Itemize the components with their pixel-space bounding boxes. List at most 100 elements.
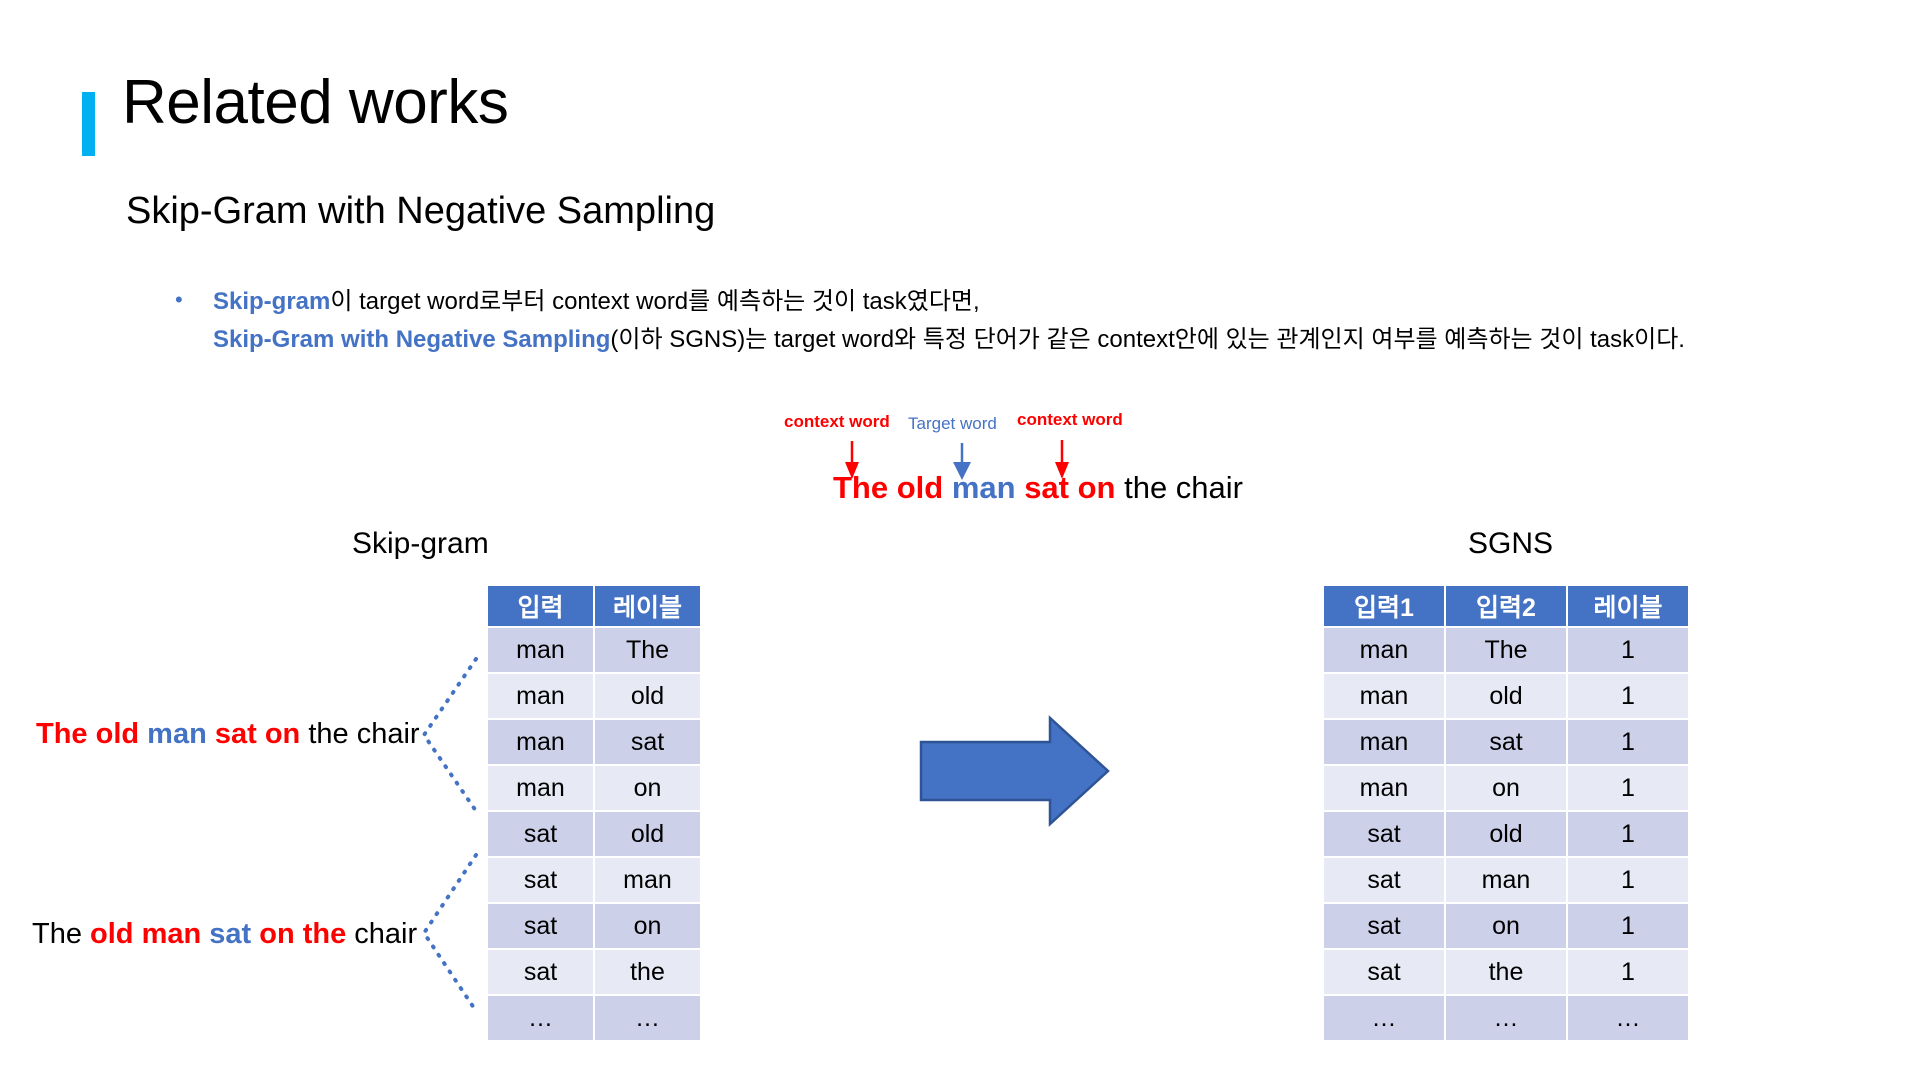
sgns-cell: man xyxy=(1324,674,1444,718)
skipgram-cell: man xyxy=(488,720,593,764)
table-row: man The xyxy=(488,628,700,672)
example-2-seg1: The xyxy=(32,918,91,950)
skipgram-cell: … xyxy=(595,996,700,1040)
sgns-cell: 1 xyxy=(1568,812,1688,856)
table-row: man old 1 xyxy=(1324,674,1688,718)
bullet-block: • Skip-gram이 target word로부터 context word… xyxy=(175,283,1685,359)
bullet-line-2-rest: (이하 SGNS)는 target word와 특정 단어가 같은 contex… xyxy=(610,326,1685,353)
example-1-seg3: sat on xyxy=(214,718,309,750)
example-1-seg2: man xyxy=(147,718,215,750)
table-row: sat old 1 xyxy=(1324,812,1688,856)
table-row: man sat 1 xyxy=(1324,720,1688,764)
transform-arrow-icon xyxy=(919,715,1110,827)
table-row: man old xyxy=(488,674,700,718)
skipgram-cell: old xyxy=(595,674,700,718)
sgns-cell: … xyxy=(1324,996,1444,1040)
sgns-cell: on xyxy=(1446,904,1566,948)
example-2-seg2: old man xyxy=(90,918,210,950)
skipgram-cell: man xyxy=(488,628,593,672)
sgns-cell: sat xyxy=(1446,720,1566,764)
bullet-marker: • xyxy=(175,287,183,312)
table-header-row: 입력 레이블 xyxy=(488,586,700,626)
example-1-seg4: the chair xyxy=(308,718,420,750)
slide-canvas: Related works Skip-Gram with Negative Sa… xyxy=(0,0,1920,1080)
sgns-cell: 1 xyxy=(1568,904,1688,948)
table-row: sat man 1 xyxy=(1324,858,1688,902)
annotated-sentence: The old man sat on the chair xyxy=(833,470,1243,506)
sgns-cell: 1 xyxy=(1568,858,1688,902)
table-row: sat man xyxy=(488,858,700,902)
table-row: sat the 1 xyxy=(1324,950,1688,994)
dotted-bracket-1 xyxy=(421,657,478,813)
example-sentence-skipgram-1: The old man sat on the chair xyxy=(36,718,420,751)
table-row: man on xyxy=(488,766,700,810)
skipgram-cell: sat xyxy=(488,950,593,994)
sgns-cell: man xyxy=(1446,858,1566,902)
table-header-row: 입력1 입력2 레이블 xyxy=(1324,586,1688,626)
annotated-sentence-seg2: man xyxy=(951,470,1025,505)
sgns-cell: 1 xyxy=(1568,674,1688,718)
skipgram-header-0: 입력 xyxy=(488,586,593,626)
sgns-cell: man xyxy=(1324,628,1444,672)
bullet-line-1: Skip-gram이 target word로부터 context word를 … xyxy=(213,283,1685,321)
skipgram-cell: man xyxy=(488,674,593,718)
example-2-seg3: sat xyxy=(209,918,260,950)
sgns-cell: 1 xyxy=(1568,720,1688,764)
sgns-cell: sat xyxy=(1324,812,1444,856)
sgns-cell: sat xyxy=(1324,858,1444,902)
sgns-cell: The xyxy=(1446,628,1566,672)
skipgram-cell: the xyxy=(595,950,700,994)
caption-sgns: SGNS xyxy=(1468,527,1554,560)
bullet-line-2: Skip-Gram with Negative Sampling(이하 SGNS… xyxy=(213,321,1685,359)
sgns-cell: sat xyxy=(1324,904,1444,948)
sgns-header-2: 레이블 xyxy=(1568,586,1688,626)
table-row: …… xyxy=(488,996,700,1040)
sgns-cell: man xyxy=(1324,720,1444,764)
skipgram-cell: The xyxy=(595,628,700,672)
skipgram-cell: sat xyxy=(488,812,593,856)
annotated-sentence-seg1: The old xyxy=(833,470,952,505)
caption-skipgram: Skip-gram xyxy=(352,527,489,560)
dotted-bracket-2 xyxy=(421,853,478,1013)
sgns-cell: old xyxy=(1446,674,1566,718)
annotated-sentence-seg4: the chair xyxy=(1124,470,1243,505)
table-row: sat on 1 xyxy=(1324,904,1688,948)
example-2-seg4: on the xyxy=(259,918,355,950)
slide-subtitle: Skip-Gram with Negative Sampling xyxy=(126,190,716,232)
bullet-line-2-highlight: Skip-Gram with Negative Sampling xyxy=(213,326,611,353)
table-row: man sat xyxy=(488,720,700,764)
sgns-cell: 1 xyxy=(1568,950,1688,994)
bullet-line-1-rest: 이 target word로부터 context word를 예측하는 것이 t… xyxy=(330,288,980,315)
annotation-label-target: Target word xyxy=(908,414,997,433)
sgns-cell: the xyxy=(1446,950,1566,994)
sgns-cell: 1 xyxy=(1568,628,1688,672)
table-row: ……… xyxy=(1324,996,1688,1040)
table-row: man on 1 xyxy=(1324,766,1688,810)
sgns-cell: man xyxy=(1324,766,1444,810)
skipgram-cell: … xyxy=(488,996,593,1040)
sgns-header-0: 입력1 xyxy=(1324,586,1444,626)
sgns-cell: sat xyxy=(1324,950,1444,994)
example-2-seg5: chair xyxy=(354,918,418,950)
skipgram-cell: on xyxy=(595,766,700,810)
sgns-table: 입력1 입력2 레이블 man The 1 man old 1 man sat 1 man on 1 sat… xyxy=(1322,584,1690,1042)
sgns-cell: … xyxy=(1568,996,1688,1040)
title-accent-bar xyxy=(82,92,95,156)
skipgram-cell: sat xyxy=(595,720,700,764)
annotation-label-context-right: context word xyxy=(1017,410,1123,429)
table-row: sat old xyxy=(488,812,700,856)
skipgram-cell: sat xyxy=(488,858,593,902)
sgns-cell: on xyxy=(1446,766,1566,810)
example-sentence-skipgram-2: The old man sat on the chair xyxy=(32,918,417,951)
skipgram-table: 입력 레이블 man The man old man sat man on sat old sat ma… xyxy=(486,584,702,1042)
skipgram-cell: on xyxy=(595,904,700,948)
annotated-sentence-seg3: sat on xyxy=(1024,470,1125,505)
skipgram-cell: man xyxy=(595,858,700,902)
sgns-cell: 1 xyxy=(1568,766,1688,810)
example-1-seg1: The old xyxy=(36,718,148,750)
table-row: sat the xyxy=(488,950,700,994)
table-row: sat on xyxy=(488,904,700,948)
bullet-text: Skip-gram이 target word로부터 context word를 … xyxy=(213,283,1685,359)
skipgram-header-1: 레이블 xyxy=(595,586,700,626)
sgns-header-1: 입력2 xyxy=(1446,586,1566,626)
